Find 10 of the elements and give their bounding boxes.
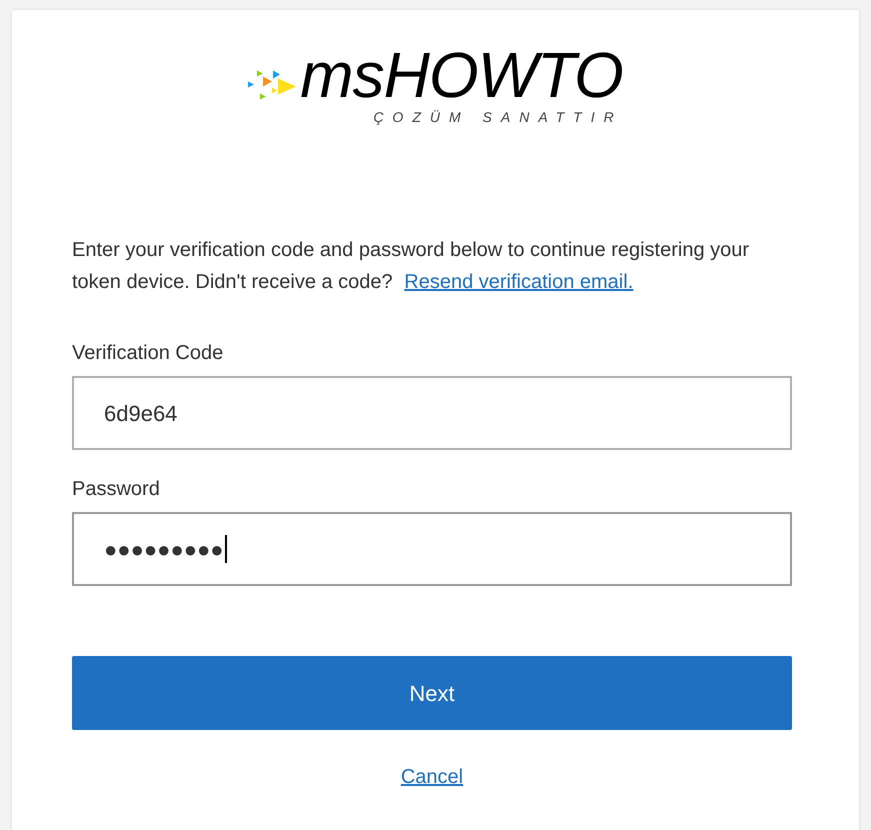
cancel-link[interactable]: Cancel [400,762,464,792]
next-button[interactable]: Next [72,656,792,730]
logo-title: msHOWTO [300,41,623,109]
intro-text: Enter your verification code and password below to continue registering your token device. Didn't receive a code? Resend verification email. [72,238,750,295]
resend-link[interactable]: Resend verification email. [404,271,634,293]
field-label: Password [72,477,161,502]
field-label: Verification Code [72,341,224,366]
logo-tagline: ÇOZÜM SANATTIR [373,109,623,125]
input-field[interactable]: ●●●●●●●●● [72,512,792,586]
input-field[interactable]: 6d9e64 [72,376,792,450]
